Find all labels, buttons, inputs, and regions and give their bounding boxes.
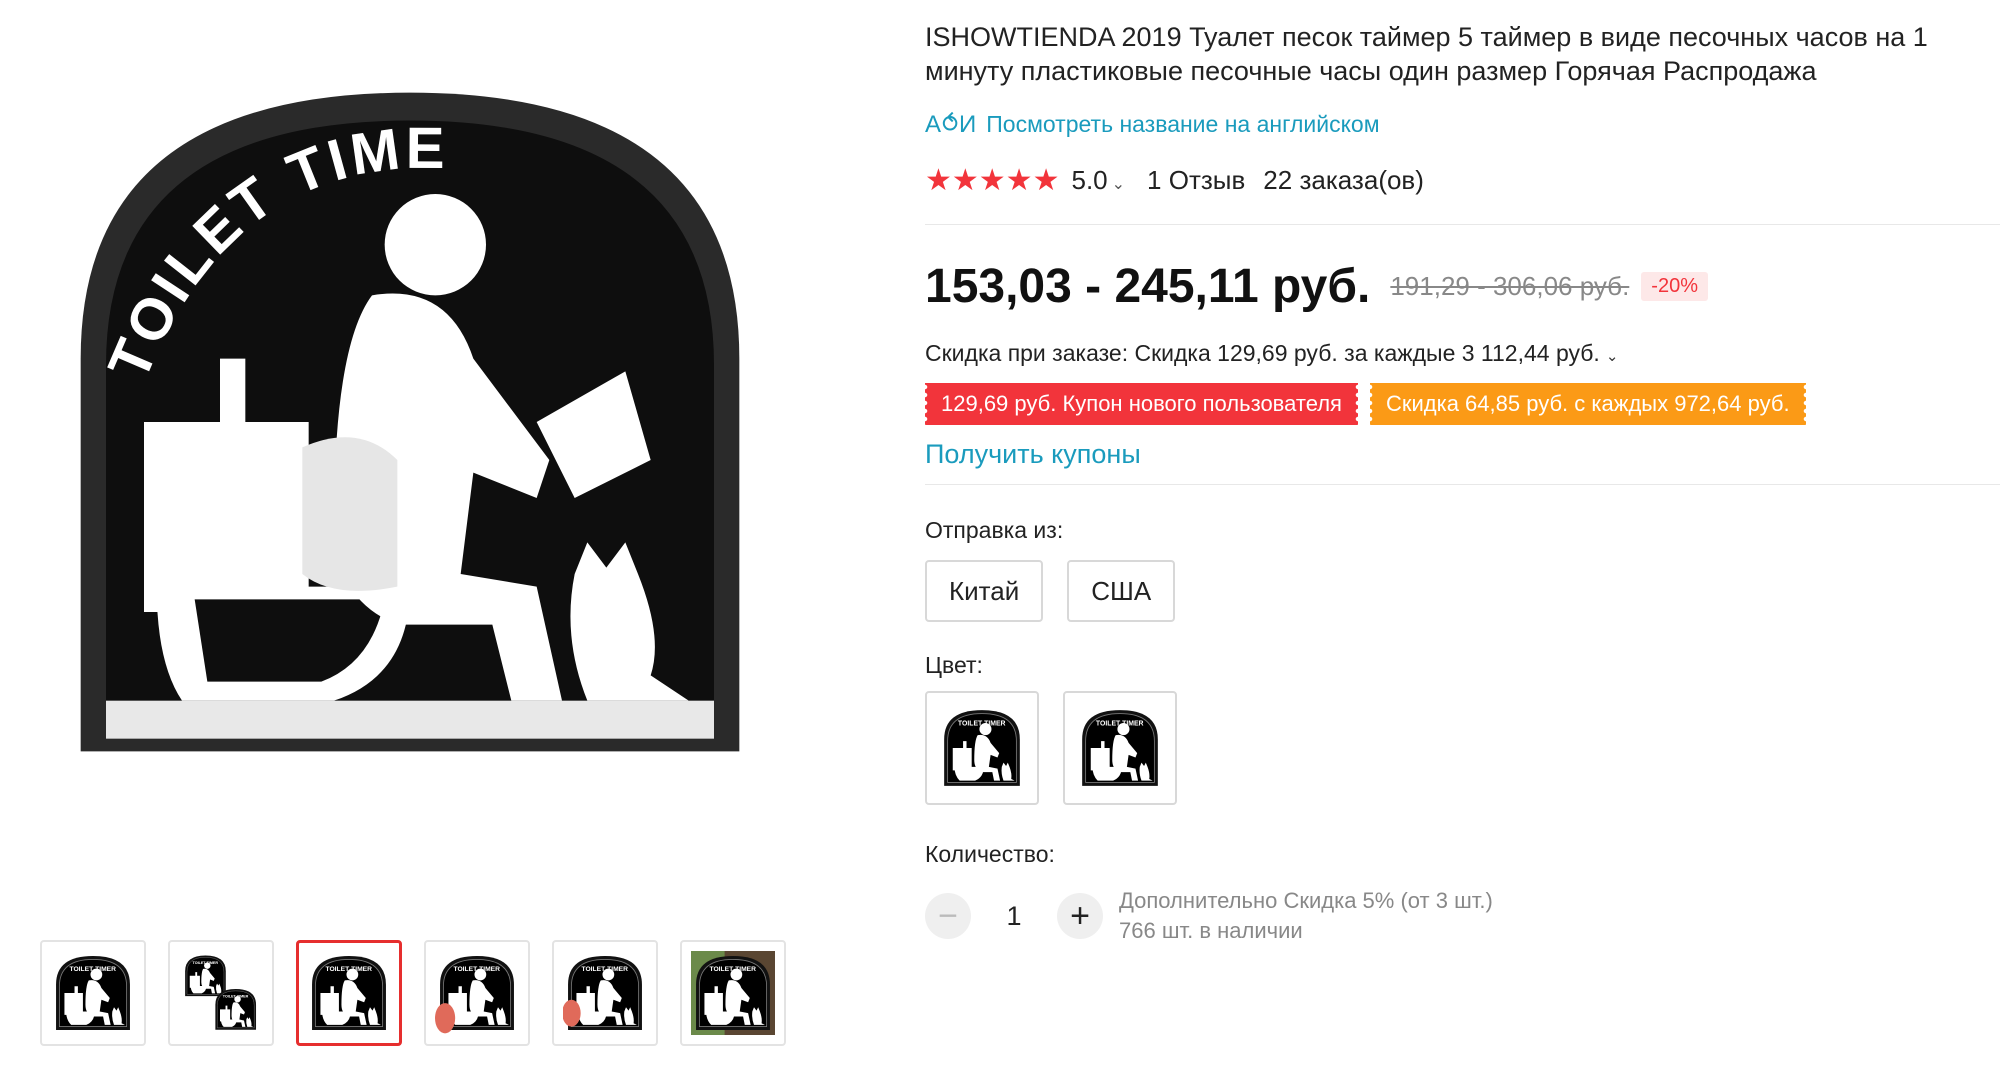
color-options — [925, 691, 1985, 805]
thumbnail-6[interactable] — [680, 940, 786, 1046]
quantity-label: Количество: — [925, 841, 1055, 867]
coupon-new-user[interactable]: 129,69 руб. Купон нового пользователя — [922, 383, 1361, 425]
discount-badge: -20% — [1641, 272, 1708, 301]
translate-title-link[interactable]: A ⥀ И Посмотреть название на английском — [925, 110, 1985, 139]
toilet-timer-image: TOILET TIMER — [30, 40, 740, 752]
color-option-1[interactable] — [925, 691, 1039, 805]
thumbnail-4[interactable] — [424, 940, 530, 1046]
color-option-2[interactable] — [1063, 691, 1177, 805]
coupon-store-discount[interactable]: Скидка 64,85 руб. с каждых 972,64 руб. — [1366, 383, 1809, 425]
product-title: ISHOWTIENDA 2019 Туалет песок таймер 5 т… — [925, 22, 1928, 86]
shipping-from-label: Отправка из: — [925, 517, 1064, 543]
product-info: ISHOWTIENDA 2019 Туалет песок таймер 5 т… — [922, 20, 2000, 946]
shipping-options: Китай США — [925, 560, 1985, 622]
extra-discount-note: Дополнительно Скидка 5% (от 3 шт.) — [1119, 888, 1493, 913]
quantity-stepper: − 1 + Дополнительно Скидка 5% (от 3 шт.)… — [925, 886, 1985, 946]
thumbnail-image — [311, 955, 387, 1031]
order-discount-dropdown[interactable]: Скидка при заказе: Скидка 129,69 руб. за… — [925, 340, 1985, 367]
thumbnail-5[interactable] — [552, 940, 658, 1046]
divider — [925, 484, 2000, 485]
quantity-notes: Дополнительно Скидка 5% (от 3 шт.) 766 ш… — [1119, 886, 1493, 946]
divider — [925, 224, 2000, 225]
quantity-input[interactable]: 1 — [971, 901, 1057, 932]
stock-count: 766 шт. в наличии — [1119, 918, 1303, 943]
ship-from-china-button[interactable]: Китай — [925, 560, 1044, 622]
ship-from-usa-button[interactable]: США — [1067, 560, 1176, 622]
chevron-down-icon: ⌄ — [1605, 348, 1619, 365]
color-option-image — [943, 709, 1021, 787]
thumbnail-2[interactable] — [168, 940, 274, 1046]
reviews-link[interactable]: 1 Отзыв — [1147, 165, 1245, 196]
thumbnail-image — [55, 955, 131, 1031]
coupon-list: 129,69 руб. Купон нового пользователя Ск… — [922, 383, 1985, 425]
quantity-increase-button[interactable]: + — [1057, 893, 1103, 939]
color-label: Цвет: — [925, 652, 983, 678]
order-discount-text: Скидка при заказе: Скидка 129,69 руб. за… — [925, 340, 1600, 366]
old-price: 191,29 - 306,06 руб. — [1390, 271, 1630, 301]
color-option-image — [1081, 709, 1159, 787]
star-rating-icon: ★★★★★ — [925, 164, 1060, 197]
thumbnail-strip — [40, 940, 786, 1046]
quantity-decrease-button[interactable]: − — [925, 893, 971, 939]
thumbnail-image — [184, 955, 257, 1030]
thumbnail-image — [691, 951, 775, 1035]
rating-row: ★★★★★ 5.0 ⌄ 1 Отзыв 22 заказа(ов) — [925, 163, 1985, 198]
rating-value: 5.0 — [1071, 165, 1108, 195]
translate-link-label: Посмотреть название на английском — [986, 111, 1380, 137]
thumbnail-3-selected[interactable] — [296, 940, 402, 1046]
thumbnail-1[interactable] — [40, 940, 146, 1046]
product-main-image[interactable]: TOILET TIMER — [30, 40, 790, 880]
rating-dropdown[interactable]: 5.0 ⌄ — [1071, 165, 1125, 196]
orders-count: 22 заказа(ов) — [1263, 165, 1424, 195]
chevron-down-icon: ⌄ — [1111, 176, 1126, 193]
current-price: 153,03 - 245,11 руб. — [925, 260, 1371, 313]
thumbnail-image — [563, 955, 643, 1031]
thumbnail-image — [435, 955, 515, 1034]
price-row: 153,03 - 245,11 руб. 191,29 - 306,06 руб… — [925, 259, 1985, 314]
translate-icon: A ⥀ И — [925, 111, 976, 138]
get-coupons-link[interactable]: Получить купоны — [925, 439, 1141, 470]
